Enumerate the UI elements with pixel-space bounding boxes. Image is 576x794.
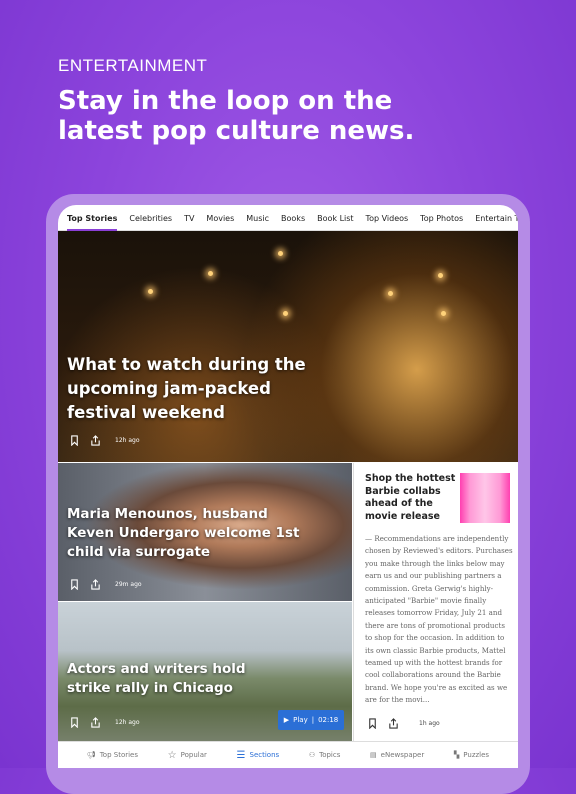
tab-music[interactable]: Music <box>246 205 269 231</box>
hero-story[interactable]: What to watch during the upcoming jam-pa… <box>58 231 518 462</box>
story-card[interactable]: Maria Menounos, husband Keven Undergaro … <box>58 463 352 601</box>
side-story-title[interactable]: Shop the hottest Barbie collabs ahead of… <box>365 473 457 523</box>
bookmark-icon[interactable] <box>69 717 80 728</box>
tab-celebrities[interactable]: Celebrities <box>129 205 172 231</box>
nav-popular[interactable]: ☆ Popular <box>168 750 207 761</box>
bookmark-icon[interactable] <box>69 435 80 446</box>
tab-movies[interactable]: Movies <box>206 205 234 231</box>
story-title[interactable]: Maria Menounos, husband Keven Undergaro … <box>67 505 307 562</box>
side-story-body: — Recommendations are independently chos… <box>365 534 513 705</box>
share-icon[interactable] <box>90 717 101 728</box>
story-title[interactable]: Actors and writers hold strike rally in … <box>67 660 267 698</box>
tab-entertain-this[interactable]: Entertain This! <box>475 205 518 231</box>
story-meta: 1h ago <box>367 718 440 729</box>
tab-tv[interactable]: TV <box>184 205 194 231</box>
stage-light <box>388 291 393 296</box>
section-tabs: Top Stories Celebrities TV Movies Music … <box>58 205 518 231</box>
story-time: 12h ago <box>115 719 140 726</box>
side-story-thumbnail <box>460 473 510 523</box>
tab-top-videos[interactable]: Top Videos <box>366 205 409 231</box>
story-time: 29m ago <box>115 581 142 588</box>
nav-label: Topics <box>319 751 341 759</box>
promo-kicker: ENTERTAINMENT <box>58 56 208 75</box>
nav-enewspaper[interactable]: ▤ eNewspaper <box>370 751 424 759</box>
share-icon[interactable] <box>90 435 101 446</box>
story-meta: 29m ago <box>69 579 142 590</box>
story-title[interactable]: What to watch during the upcoming jam-pa… <box>67 353 307 425</box>
bottom-nav: 📢︎ Top Stories ☆ Popular ☰ Sections ⚇ Topics… <box>58 741 518 768</box>
nav-puzzles[interactable]: ▚ Puzzles <box>454 751 489 759</box>
separator: | <box>311 716 315 724</box>
play-video-button[interactable]: ▶ Play | 02:18 <box>278 710 344 730</box>
nav-label: Popular <box>180 751 207 759</box>
nav-label: Puzzles <box>463 751 490 759</box>
video-duration: 02:18 <box>318 716 339 724</box>
nav-label: Sections <box>249 751 280 759</box>
story-meta: 12h ago <box>69 717 140 728</box>
story-time: 12h ago <box>115 437 140 444</box>
stage-light <box>278 251 283 256</box>
bookmark-icon[interactable] <box>69 579 80 590</box>
star-icon: ☆ <box>167 749 177 761</box>
bookmark-icon[interactable] <box>367 718 378 729</box>
stage-light <box>148 289 153 294</box>
play-label: Play <box>293 716 308 724</box>
side-story[interactable]: Shop the hottest Barbie collabs ahead of… <box>353 463 518 741</box>
story-meta: 12h ago <box>69 435 140 446</box>
nav-sections[interactable]: ☰ Sections <box>237 750 280 761</box>
stage-light <box>438 273 443 278</box>
topics-icon: ⚇ <box>308 751 316 759</box>
list-icon: ☰ <box>236 749 246 761</box>
share-icon[interactable] <box>90 579 101 590</box>
promo-headline: Stay in the loop on the latest pop cultu… <box>58 86 415 146</box>
play-icon: ▶ <box>283 716 290 724</box>
stage-light <box>208 271 213 276</box>
nav-top-stories[interactable]: 📢︎ Top Stories <box>87 751 138 759</box>
nav-label: Top Stories <box>99 751 139 759</box>
story-time: 1h ago <box>419 720 440 727</box>
tab-top-photos[interactable]: Top Photos <box>420 205 463 231</box>
share-icon[interactable] <box>388 718 399 729</box>
tab-books[interactable]: Books <box>281 205 305 231</box>
newspaper-icon: ▤ <box>370 751 377 759</box>
puzzle-icon: ▚ <box>453 751 460 759</box>
tab-book-list[interactable]: Book List <box>317 205 353 231</box>
tab-top-stories[interactable]: Top Stories <box>67 205 118 231</box>
stage-light <box>283 311 288 316</box>
app-screen: Top Stories Celebrities TV Movies Music … <box>58 205 518 768</box>
nav-label: eNewspaper <box>380 751 425 759</box>
stage-light <box>441 311 446 316</box>
megaphone-icon: 📢︎ <box>86 751 96 759</box>
nav-topics[interactable]: ⚇ Topics <box>309 751 341 759</box>
